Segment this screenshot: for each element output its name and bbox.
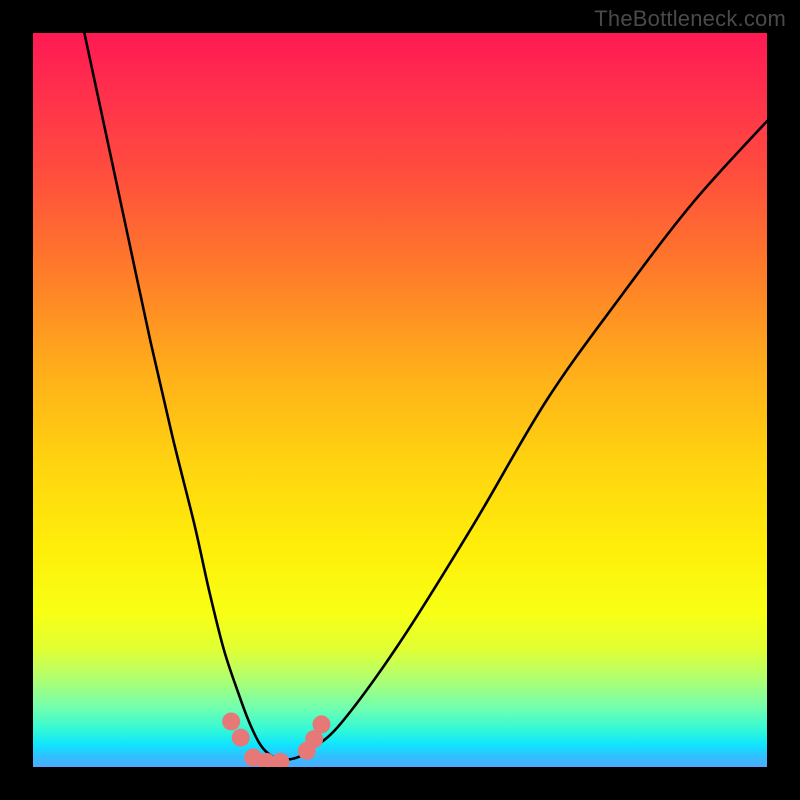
chart-svg: [33, 33, 767, 767]
curve-marker: [312, 715, 330, 733]
curve-marker: [271, 753, 289, 767]
curve-marker: [222, 712, 240, 730]
curve-markers: [222, 712, 330, 767]
outer-frame: TheBottleneck.com: [0, 0, 800, 800]
curve-marker: [232, 729, 250, 747]
bottleneck-curve: [84, 33, 767, 760]
watermark-text: TheBottleneck.com: [594, 6, 786, 32]
plot-area: [33, 33, 767, 767]
